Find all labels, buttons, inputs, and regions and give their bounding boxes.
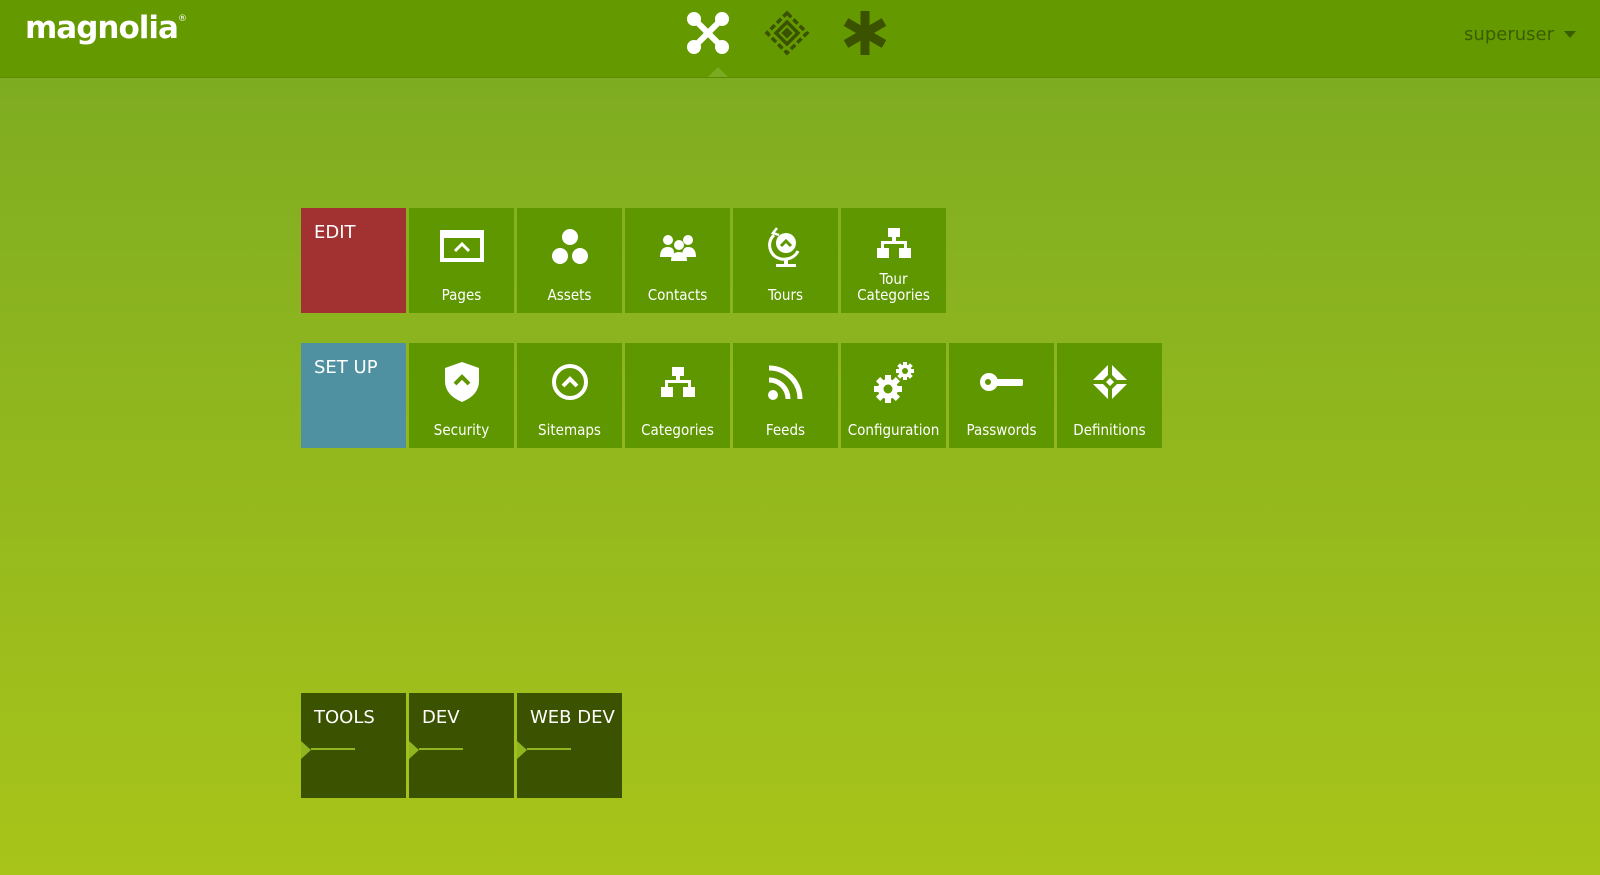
favorites-icon[interactable] <box>840 8 890 58</box>
app-tile-security[interactable]: Security <box>409 343 514 448</box>
expand-notch-icon <box>517 741 527 759</box>
active-app-indicator <box>708 67 728 77</box>
app-label: Pages <box>441 286 482 304</box>
group-tools[interactable]: TOOLS <box>301 693 406 798</box>
app-label-line: Tour <box>879 270 908 288</box>
app-label: Assets <box>547 286 592 304</box>
logo-registered-mark: ® <box>177 14 187 24</box>
app-tile-tours[interactable]: Tours <box>733 208 838 313</box>
definitions-icon <box>1057 357 1162 407</box>
divider <box>419 748 463 750</box>
app-label: Configuration <box>847 421 940 439</box>
divider <box>311 748 355 750</box>
app-label: Sitemaps <box>538 421 601 439</box>
expand-notch-icon <box>301 741 311 759</box>
sitemaps-icon <box>517 357 622 407</box>
app-label: Tour Categories <box>841 271 946 303</box>
chevron-down-icon <box>1564 31 1576 38</box>
tour-categories-icon <box>841 218 946 268</box>
app-label: Definitions <box>1073 421 1146 439</box>
user-menu[interactable]: superuser <box>1464 24 1576 45</box>
group-dev[interactable]: DEV <box>409 693 514 798</box>
top-bar: magnolia® superuser <box>0 0 1600 78</box>
group-title-setup: SET UP <box>314 357 378 378</box>
expand-notch-icon <box>409 741 419 759</box>
app-label: Passwords <box>966 421 1037 439</box>
categories-icon <box>625 357 730 407</box>
feeds-icon <box>733 357 838 407</box>
tours-icon <box>733 222 838 272</box>
group-title-tools: TOOLS <box>314 707 375 728</box>
app-label: Contacts <box>647 286 708 304</box>
divider <box>527 748 571 750</box>
app-label: Security <box>433 421 490 439</box>
app-label: Tours <box>767 286 804 304</box>
app-tile-categories[interactable]: Categories <box>625 343 730 448</box>
app-tile-tour-categories[interactable]: Tour Categories <box>841 208 946 313</box>
logo-text: magnolia <box>25 10 179 46</box>
contacts-icon <box>625 222 730 272</box>
app-tile-passwords[interactable]: Passwords <box>949 343 1054 448</box>
pages-icon <box>409 222 514 272</box>
assets-icon <box>517 222 622 272</box>
magnolia-logo[interactable]: magnolia® <box>25 10 187 46</box>
app-tile-definitions[interactable]: Definitions <box>1057 343 1162 448</box>
app-tile-feeds[interactable]: Feeds <box>733 343 838 448</box>
group-title-web-dev: WEB DEV <box>530 707 615 728</box>
group-setup: SET UP <box>301 343 406 448</box>
app-tile-assets[interactable]: Assets <box>517 208 622 313</box>
configuration-icon <box>841 357 946 407</box>
app-label: Feeds <box>765 421 806 439</box>
apps-icon[interactable] <box>683 8 733 58</box>
group-edit: EDIT <box>301 208 406 313</box>
app-tile-contacts[interactable]: Contacts <box>625 208 730 313</box>
app-tile-configuration[interactable]: Configuration <box>841 343 946 448</box>
group-title-dev: DEV <box>422 707 460 728</box>
security-icon <box>409 357 514 407</box>
username: superuser <box>1464 24 1554 45</box>
pulse-icon[interactable] <box>762 8 812 58</box>
app-tile-pages[interactable]: Pages <box>409 208 514 313</box>
group-web-dev[interactable]: WEB DEV <box>517 693 622 798</box>
passwords-icon <box>949 357 1054 407</box>
app-tile-sitemaps[interactable]: Sitemaps <box>517 343 622 448</box>
app-label-line: Categories <box>857 286 930 304</box>
group-title-edit: EDIT <box>314 222 356 243</box>
app-label: Categories <box>641 421 714 439</box>
